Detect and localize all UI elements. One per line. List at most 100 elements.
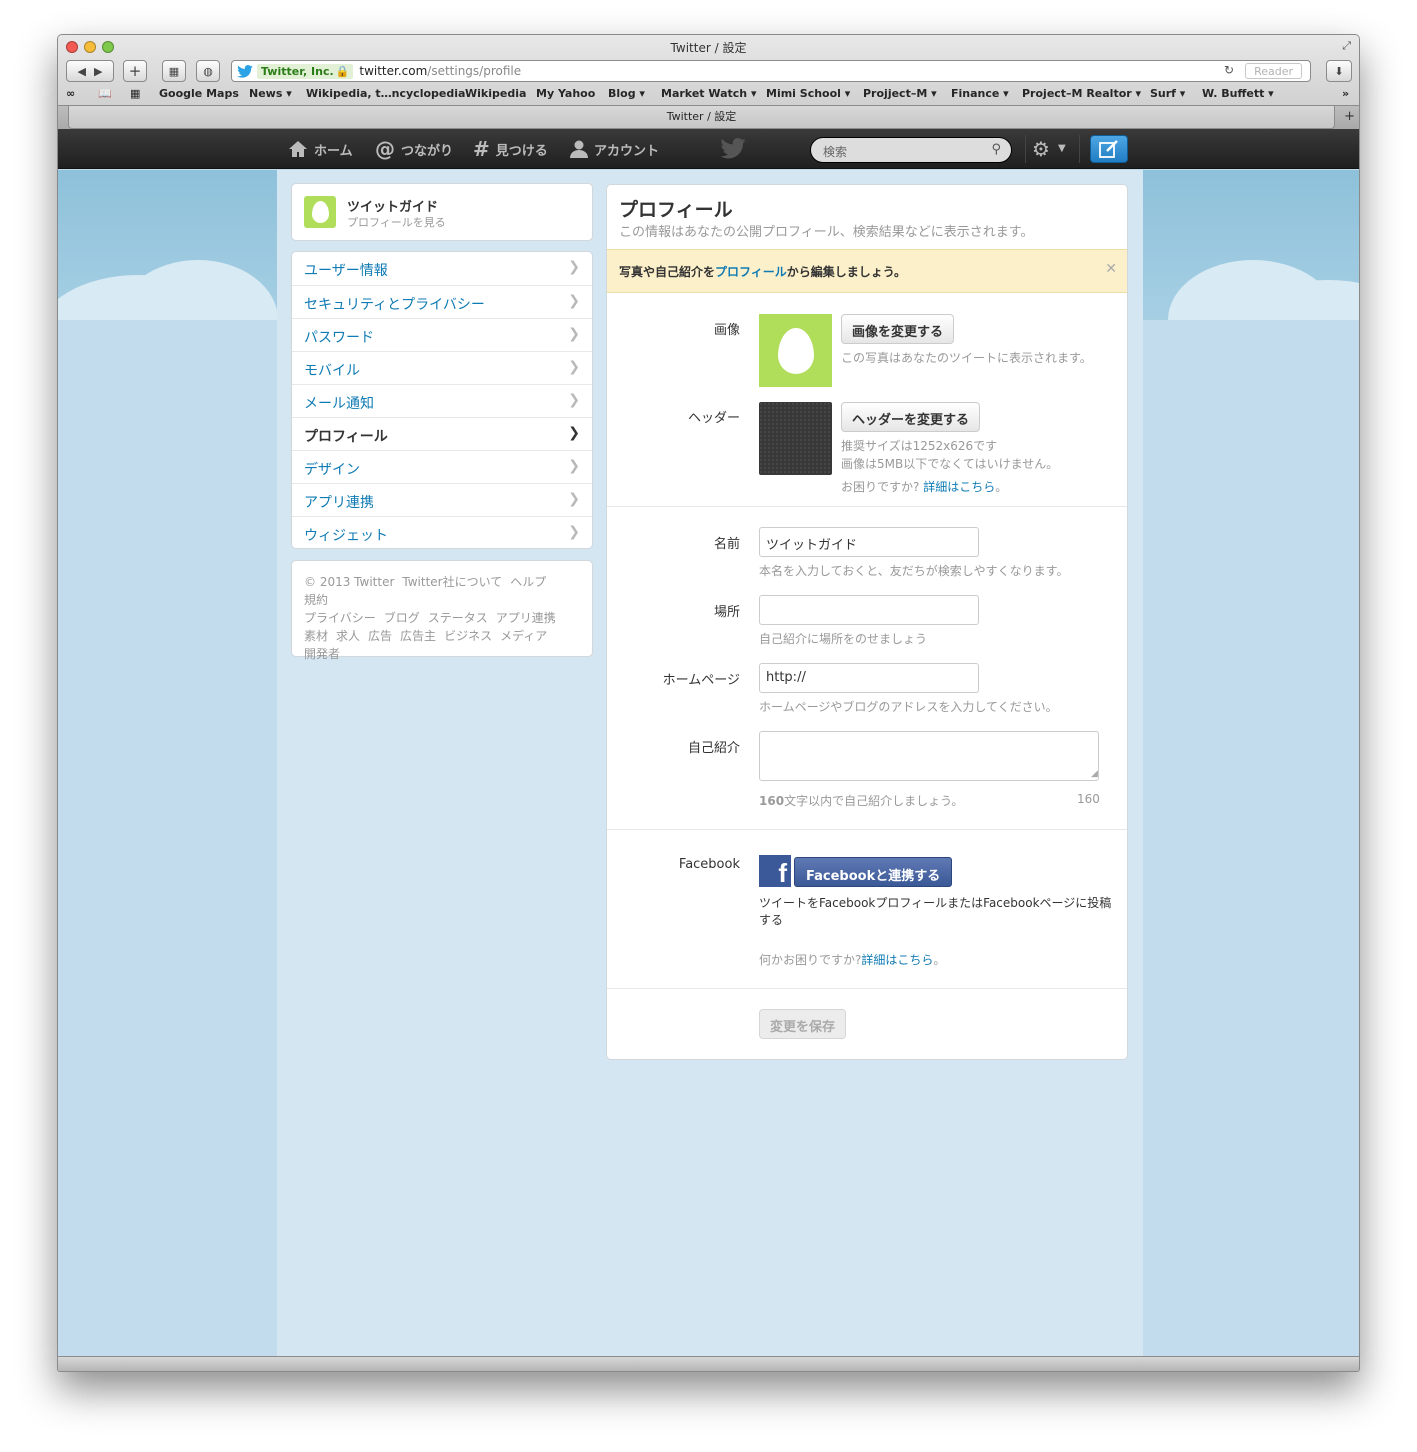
top-sites-button[interactable]: ▦ — [162, 60, 186, 82]
bookmark-item[interactable]: Blog ▾ — [608, 87, 645, 100]
view-profile-link[interactable]: プロフィールを見る — [347, 214, 446, 230]
reload-icon[interactable]: ↻ — [1224, 63, 1234, 77]
footer-card: © 2013 Twitter Twitter社について ヘルプ規約 プライバシー ブロ… — [291, 560, 593, 661]
reading-list-icon[interactable]: ∞ — [66, 87, 75, 100]
top-sites-grid-icon[interactable]: ▦ — [130, 87, 140, 100]
profile-card-name[interactable]: ツイットガイド — [347, 196, 438, 215]
bookmark-item[interactable]: Wikipedia — [465, 87, 526, 100]
add-bookmark-button[interactable]: + — [123, 60, 147, 82]
details-link[interactable]: 詳細はこちら — [923, 480, 995, 494]
extension-button[interactable]: ◍ — [196, 60, 220, 82]
forward-arrow-icon[interactable]: ▶ — [94, 65, 102, 78]
reader-button[interactable]: Reader — [1245, 63, 1302, 79]
location-input[interactable] — [759, 595, 979, 625]
footer-link[interactable]: 規約 — [304, 593, 328, 607]
menu-item-user-info[interactable]: ユーザー情報 ❯ — [292, 252, 592, 285]
twitter-topbar: ホーム @ つながり # 見つける アカウント 検索 ⚲ ⚙ ▼ — [58, 129, 1359, 169]
footer-link[interactable]: 広告 — [368, 629, 392, 643]
compose-tweet-button[interactable] — [1090, 135, 1128, 163]
downloads-button[interactable]: ⬇ — [1326, 60, 1352, 82]
bookmark-item[interactable]: My Yahoo — [536, 87, 595, 100]
homepage-input[interactable]: http:// — [759, 663, 979, 693]
name-input[interactable]: ツイットガイド — [759, 527, 979, 557]
twitter-bird-icon[interactable] — [720, 138, 746, 159]
homepage-label: ホームページ — [662, 673, 740, 688]
connect-facebook-button[interactable]: Facebookと連携する — [794, 857, 953, 887]
footer-link[interactable]: プライバシー — [304, 611, 376, 625]
fullscreen-icon[interactable]: ⤢ — [1342, 39, 1351, 53]
settings-menu: ユーザー情報 ❯ セキュリティとプライバシー ❯ パスワード ❯ モバイル ❯ メール通… — [291, 251, 593, 549]
menu-item-email[interactable]: メール通知 ❯ — [292, 384, 592, 417]
search-input[interactable]: 検索 ⚲ — [810, 137, 1012, 163]
footer-link[interactable]: Twitter社について — [402, 575, 502, 589]
browser-chrome: Twitter / 設定 ⤢ ◀ ▶ + ▦ ◍ Twitter, Inc. 🔒 … — [58, 35, 1359, 129]
bookmarks-overflow-icon[interactable]: » — [1342, 87, 1349, 100]
save-changes-button[interactable]: 変更を保存 — [759, 1009, 847, 1039]
footer-link[interactable]: 開発者 — [304, 647, 340, 661]
search-icon[interactable]: ⚲ — [991, 142, 1001, 157]
details-link[interactable]: 詳細はこちら — [861, 953, 933, 967]
menu-item-profile[interactable]: プロフィール ❯ — [292, 417, 592, 450]
menu-item-password[interactable]: パスワード ❯ — [292, 318, 592, 351]
bookmark-item[interactable]: Google Maps — [159, 87, 239, 100]
footer-link[interactable]: ステータス — [428, 611, 488, 625]
close-icon[interactable]: ✕ — [1105, 261, 1117, 277]
resize-grip-icon[interactable]: ◢ — [1091, 769, 1098, 779]
footer-link[interactable]: 素材 — [304, 629, 328, 643]
nav-connect[interactable]: @ つながり — [375, 129, 453, 169]
bio-label: 自己紹介 — [687, 741, 740, 756]
menu-item-label: メール通知 — [304, 396, 374, 412]
bookmark-item[interactable]: Market Watch ▾ — [661, 87, 757, 100]
footer-link[interactable]: アプリ連携 — [496, 611, 556, 625]
topbar-divider — [1025, 135, 1026, 163]
back-arrow-icon[interactable]: ◀ — [78, 65, 86, 78]
bookmark-item[interactable]: Finance ▾ — [951, 87, 1009, 100]
change-image-button[interactable]: 画像を変更する — [841, 314, 955, 344]
change-header-button[interactable]: ヘッダーを変更する — [841, 402, 981, 432]
bookmark-item[interactable]: Mimi School ▾ — [766, 87, 850, 100]
chevron-right-icon: ❯ — [568, 425, 580, 441]
new-tab-icon[interactable]: + — [1344, 109, 1355, 124]
chevron-right-icon: ❯ — [568, 259, 580, 275]
header-image — [759, 402, 832, 475]
back-forward-buttons[interactable]: ◀ ▶ — [66, 60, 114, 82]
footer-link[interactable]: メディア — [500, 629, 547, 643]
bookmark-item[interactable]: Projject–M ▾ — [863, 87, 937, 100]
menu-item-widgets[interactable]: ウィジェット ❯ — [292, 516, 592, 548]
bio-textarea[interactable] — [759, 731, 1099, 781]
bookmark-item[interactable]: Wikipedia, t…ncyclopedia — [306, 87, 465, 100]
header-more-help: お困りですか? 詳細はこちら。 — [841, 478, 1007, 495]
bookmark-item[interactable]: Project–M Realtor ▾ — [1022, 87, 1141, 100]
profile-image — [759, 314, 832, 387]
avatar[interactable] — [304, 196, 336, 228]
alert-text: 写真や自己紹介を — [619, 265, 716, 279]
address-bar[interactable]: Twitter, Inc. 🔒 twitter.com/settings/prof… — [231, 60, 1311, 82]
bookmark-item[interactable]: News ▾ — [249, 87, 292, 100]
chevron-down-icon[interactable]: ▼ — [1058, 143, 1066, 154]
bookmark-item[interactable]: Surf ▾ — [1150, 87, 1185, 100]
status-bar — [58, 1356, 1359, 1371]
footer-link[interactable]: ビジネス — [444, 629, 492, 643]
alert-profile-link[interactable]: プロフィール — [715, 265, 787, 279]
profile-card[interactable]: ツイットガイド プロフィールを見る — [291, 183, 593, 241]
bookmarks-bar: ∞ 📖 ▦ Google Maps News ▾ Wikipedia, t…nc… — [58, 85, 1359, 104]
footer-link[interactable]: ヘルプ — [510, 575, 546, 589]
menu-item-apps[interactable]: アプリ連携 ❯ — [292, 483, 592, 516]
menu-item-mobile[interactable]: モバイル ❯ — [292, 351, 592, 384]
gear-icon[interactable]: ⚙ — [1032, 137, 1050, 161]
nav-account[interactable]: アカウント — [570, 129, 659, 169]
menu-item-security[interactable]: セキュリティとプライバシー ❯ — [292, 285, 592, 318]
name-help: 本名を入力しておくと、友だちが検索しやすくなります。 — [759, 564, 1069, 578]
footer-link[interactable]: ブログ — [384, 611, 420, 625]
bookmarks-book-icon[interactable]: 📖 — [98, 87, 112, 100]
ev-certificate-badge[interactable]: Twitter, Inc. 🔒 — [257, 63, 354, 79]
menu-item-design[interactable]: デザイン ❯ — [292, 450, 592, 483]
url-path: /settings/profile — [427, 64, 522, 78]
footer-link[interactable]: 広告主 — [400, 629, 436, 643]
bookmark-item[interactable]: W. Buffett ▾ — [1202, 87, 1274, 100]
nav-discover[interactable]: # 見つける — [473, 129, 548, 169]
footer-link[interactable]: 求人 — [336, 629, 360, 643]
nav-home[interactable]: ホーム — [288, 129, 353, 169]
tab-twitter-settings[interactable]: Twitter / 設定 — [68, 106, 1335, 129]
chevron-right-icon: ❯ — [568, 524, 580, 540]
